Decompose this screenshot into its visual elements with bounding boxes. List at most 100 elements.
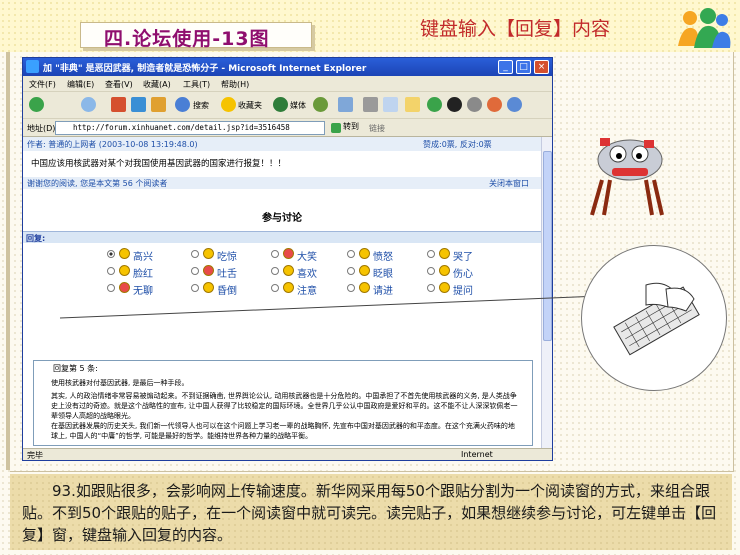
mood-radio[interactable] — [427, 284, 435, 292]
mood-radio[interactable] — [427, 267, 435, 275]
close-window-link[interactable]: 关闭本窗口 — [489, 178, 529, 189]
mood-face-icon — [283, 282, 294, 293]
ie-window: 加 "非典" 是恶因武器, 制造者就是恐怖分子 - Microsoft Inte… — [22, 57, 553, 461]
mood-radio[interactable] — [107, 250, 115, 258]
discuss-icon[interactable] — [405, 97, 420, 112]
edit-icon[interactable] — [383, 97, 398, 112]
mood-label: 昏倒 — [217, 286, 237, 297]
media-label[interactable]: 媒体 — [290, 100, 306, 111]
mood-label: 提问 — [453, 286, 473, 297]
reply-line-3: 在基因武器发展的历史关头, 我们新一代领导人也可以在这个问题上学习老一辈的战略胸… — [51, 422, 515, 440]
ie-titlebar[interactable]: 加 "非典" 是恶因武器, 制造者就是恐怖分子 - Microsoft Inte… — [23, 58, 552, 76]
mood-label: 哭了 — [453, 252, 473, 263]
vertical-scrollbar[interactable] — [541, 137, 552, 448]
slide-subtitle: 键盘输入【回复】内容 — [420, 18, 611, 40]
search-label[interactable]: 搜索 — [193, 100, 209, 111]
mood-label: 愤怒 — [373, 252, 393, 263]
reply-bar: 回复: — [23, 231, 541, 243]
favorites-icon[interactable] — [221, 97, 236, 112]
mood-face-icon — [359, 282, 370, 293]
slide: 四.论坛使用-13图 键盘输入【回复】内容 加 "非典" 是恶因武器, 制造者就… — [0, 0, 740, 555]
links-label[interactable]: 链接 — [369, 123, 385, 134]
mood-face-icon — [203, 265, 214, 276]
discussion-title: 参与讨论 — [262, 213, 302, 224]
favorites-label[interactable]: 收藏夹 — [238, 100, 262, 111]
menu-favorites[interactable]: 收藏(A) — [143, 79, 171, 90]
minimize-button[interactable]: _ — [498, 60, 513, 74]
maximize-button[interactable]: □ — [516, 60, 531, 74]
tool-icon-a[interactable] — [447, 97, 462, 112]
mood-face-icon — [119, 265, 130, 276]
back-icon[interactable] — [29, 97, 44, 112]
mood-radio[interactable] — [347, 267, 355, 275]
mood-radio[interactable] — [347, 284, 355, 292]
menu-edit[interactable]: 编辑(E) — [67, 79, 94, 90]
mood-radio[interactable] — [347, 250, 355, 258]
menu-tools[interactable]: 工具(T) — [183, 79, 210, 90]
read-count: 谢谢您的阅读, 您是本文第 56 个阅读者 — [27, 179, 168, 188]
mood-label: 眨眼 — [373, 269, 393, 280]
home-icon[interactable] — [151, 97, 166, 112]
messenger-icon[interactable] — [427, 97, 442, 112]
mood-face-icon — [203, 248, 214, 259]
reply-first-line: 回复第 5 条: — [53, 364, 98, 373]
stop-icon[interactable] — [111, 97, 126, 112]
mood-label: 注意 — [297, 286, 317, 297]
notice-bar: 谢谢您的阅读, 您是本文第 56 个阅读者 关闭本窗口 — [23, 177, 541, 189]
mood-face-icon — [283, 248, 294, 259]
mood-face-icon — [439, 265, 450, 276]
address-label: 地址(D) — [27, 124, 56, 133]
close-button[interactable]: × — [534, 60, 549, 74]
mood-face-icon — [439, 282, 450, 293]
mood-face-icon — [119, 282, 130, 293]
refresh-icon[interactable] — [131, 97, 146, 112]
go-button[interactable]: 转到 — [329, 121, 363, 135]
mood-label: 脸红 — [133, 269, 153, 280]
post-author[interactable]: 作者: 普通的上网者 (2003-10-08 13:19:48.0) — [27, 139, 198, 150]
mood-radio[interactable] — [271, 284, 279, 292]
forward-icon[interactable] — [81, 97, 96, 112]
tool-icon-d[interactable] — [507, 97, 522, 112]
mood-radio[interactable] — [427, 250, 435, 258]
mood-face-icon — [283, 265, 294, 276]
address-url[interactable]: http://forum.xinhuanet.com/detail.jsp?id… — [73, 123, 290, 132]
mood-radio[interactable] — [191, 284, 199, 292]
reply-label: 回复: — [26, 234, 46, 243]
tool-icon-c[interactable] — [487, 97, 502, 112]
mood-face-icon — [359, 265, 370, 276]
print-icon[interactable] — [363, 97, 378, 112]
mood-label: 大笑 — [297, 252, 317, 263]
ie-logo-icon — [26, 60, 39, 73]
post-header: 作者: 普通的上网者 (2003-10-08 13:19:48.0) 赞成:0票… — [23, 137, 541, 151]
mood-label: 请进 — [373, 286, 393, 297]
history-icon[interactable] — [313, 97, 328, 112]
tool-icon-b[interactable] — [467, 97, 482, 112]
post-votes: 赞成:0票, 反对:0票 — [423, 140, 492, 149]
mood-label: 伤心 — [453, 269, 473, 280]
mood-face-icon — [359, 248, 370, 259]
menu-bar: 文件(F) 编辑(E) 查看(V) 收藏(A) 工具(T) 帮助(H) — [23, 76, 552, 92]
slide-title: 四.论坛使用-13图 — [104, 28, 270, 50]
scroll-thumb[interactable] — [543, 151, 552, 341]
search-icon[interactable] — [175, 97, 190, 112]
mood-radio[interactable] — [191, 267, 199, 275]
status-bar: 完毕 Internet — [23, 448, 552, 460]
caption-text: 93.如跟贴很多，会影响网上传输速度。新华网采用每50个跟贴分割为一个阅读窗的方… — [22, 482, 717, 544]
mood-radio[interactable] — [191, 250, 199, 258]
msn-people-icon — [678, 8, 731, 48]
menu-view[interactable]: 查看(V) — [105, 79, 133, 90]
mood-face-icon — [203, 282, 214, 293]
ie-window-title: 加 "非典" 是恶因武器, 制造者就是恐怖分子 - Microsoft Inte… — [43, 64, 367, 74]
mail-icon[interactable] — [338, 97, 353, 112]
menu-file[interactable]: 文件(F) — [29, 79, 56, 90]
media-icon[interactable] — [273, 97, 288, 112]
mood-radio[interactable] — [107, 284, 115, 292]
mood-radio[interactable] — [107, 267, 115, 275]
keyboard-icon — [613, 282, 700, 356]
mood-label: 吐舌 — [217, 269, 237, 280]
mood-face-icon — [439, 248, 450, 259]
reply-line-1: 使用核武器对付基因武器, 是最后一种手段。 — [51, 379, 189, 387]
mood-radio[interactable] — [271, 250, 279, 258]
mood-radio[interactable] — [271, 267, 279, 275]
menu-help[interactable]: 帮助(H) — [221, 79, 249, 90]
